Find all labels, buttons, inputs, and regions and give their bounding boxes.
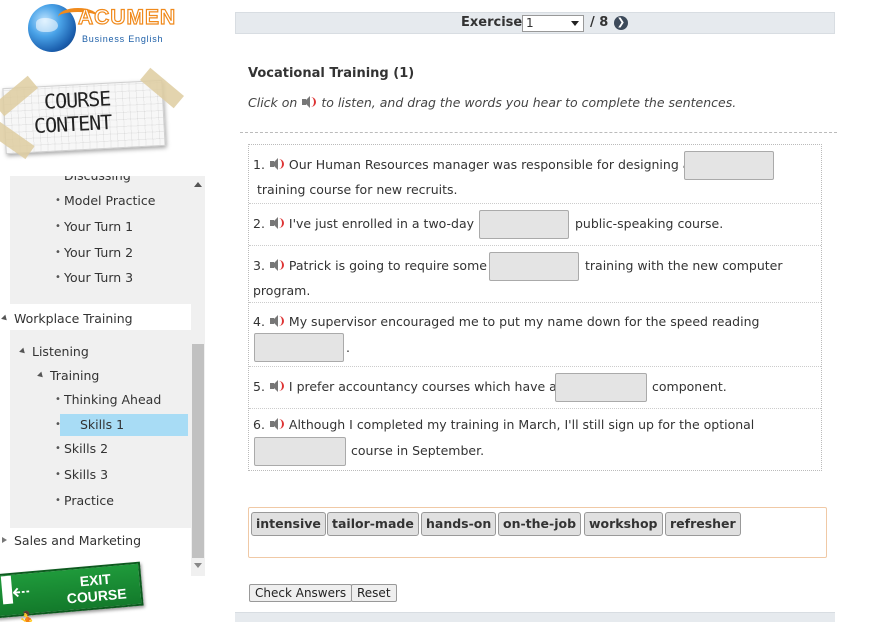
speaker-icon[interactable] bbox=[269, 217, 285, 229]
course-content-banner: COURSE CONTENT bbox=[0, 67, 190, 160]
exercise-instruction: Click on to listen, and drag the words y… bbox=[248, 95, 736, 110]
next-arrow-icon[interactable]: ❯ bbox=[614, 16, 628, 30]
tree-item-your-turn-3[interactable]: Your Turn 3 bbox=[55, 267, 133, 289]
exit-course-button[interactable]: ⇠🏃 EXIT COURSE bbox=[0, 561, 145, 622]
word-bank: intensive tailor-made hands-on on-the-jo… bbox=[248, 507, 827, 558]
bottom-toolbar bbox=[235, 612, 835, 622]
question-4: 4. My supervisor encouraged me to put my… bbox=[249, 302, 821, 366]
left-panel: ACUMEN Business English COURSE CONTENT D… bbox=[0, 0, 205, 622]
answer-gap[interactable] bbox=[684, 151, 774, 180]
speaker-icon[interactable] bbox=[269, 158, 285, 170]
speaker-icon[interactable] bbox=[269, 315, 285, 327]
word-chip-tailor-made[interactable]: tailor-made bbox=[327, 512, 419, 536]
tree-item-your-turn-2[interactable]: Your Turn 2 bbox=[55, 242, 133, 264]
check-answers-button[interactable]: Check Answers bbox=[249, 584, 353, 602]
tree-item-skills-1-selected[interactable]: Skills 1 bbox=[60, 414, 188, 436]
running-man-icon: ⇠🏃 bbox=[10, 579, 43, 622]
question-text-after: . bbox=[346, 340, 350, 355]
logo-subtitle: Business English bbox=[82, 34, 164, 44]
question-text-before: My supervisor encouraged me to put my na… bbox=[288, 314, 760, 329]
speaker-icon[interactable] bbox=[269, 418, 285, 430]
speaker-icon[interactable] bbox=[269, 259, 285, 271]
answer-gap[interactable] bbox=[479, 210, 569, 239]
tree-node-training[interactable]: Training bbox=[50, 365, 99, 387]
word-chip-hands-on[interactable]: hands-on bbox=[421, 512, 497, 536]
tree-item-practice[interactable]: Practice bbox=[55, 490, 114, 512]
exit-label: EXIT COURSE bbox=[65, 569, 127, 607]
question-text-before: Patrick is going to require some bbox=[288, 258, 487, 273]
word-chip-workshop[interactable]: workshop bbox=[584, 512, 663, 536]
exercise-select[interactable]: 1 bbox=[522, 15, 584, 32]
scroll-down-icon[interactable] bbox=[194, 563, 202, 568]
question-number: 5. bbox=[253, 379, 265, 394]
tree-item-label: Skills 1 bbox=[80, 417, 125, 432]
course-tree: Discussing Model Practice Your Turn 1 Yo… bbox=[0, 176, 191, 576]
question-text-after: course in September. bbox=[351, 443, 485, 458]
instruction-post: to listen, and drag the words you hear t… bbox=[321, 95, 737, 110]
question-number: 2. bbox=[253, 216, 265, 231]
question-text-after: component. bbox=[652, 379, 727, 394]
answer-gap[interactable] bbox=[555, 373, 647, 402]
tree-section-sales-marketing[interactable]: Sales and Marketing bbox=[1, 530, 141, 552]
chevron-down-icon bbox=[571, 21, 579, 26]
question-text-before: Although I completed my training in Marc… bbox=[288, 417, 755, 432]
exercise-title: Vocational Training (1) bbox=[248, 66, 415, 81]
question-number: 1. bbox=[253, 157, 265, 172]
scrollbar-thumb[interactable] bbox=[192, 344, 204, 558]
question-text-before: I prefer accountancy courses which have … bbox=[288, 379, 557, 394]
exercise-toolbar: Exercise 1 / 8 ❯ bbox=[235, 12, 835, 34]
logo-brand: ACUMEN bbox=[77, 5, 177, 29]
tree-item-model-practice[interactable]: Model Practice bbox=[55, 190, 155, 212]
bullet-icon: • bbox=[55, 419, 61, 430]
word-chip-on-the-job[interactable]: on-the-job bbox=[498, 512, 582, 536]
question-1: 1. Our Human Resources manager was respo… bbox=[249, 145, 821, 203]
question-3: 3. Patrick is going to require some trai… bbox=[249, 245, 821, 302]
question-text-after: public-speaking course. bbox=[575, 216, 724, 231]
question-5: 5. I prefer accountancy courses which ha… bbox=[249, 366, 821, 408]
answer-gap[interactable] bbox=[254, 333, 344, 362]
questions-panel: 1. Our Human Resources manager was respo… bbox=[248, 144, 822, 471]
question-number: 3. bbox=[253, 258, 265, 273]
scroll-up-icon[interactable] bbox=[194, 182, 202, 187]
answer-gap[interactable] bbox=[489, 252, 579, 281]
question-text-after: training course for new recruits. bbox=[257, 182, 458, 197]
divider bbox=[240, 132, 837, 133]
exercise-select-value: 1 bbox=[526, 16, 534, 30]
tree-item-your-turn-1[interactable]: Your Turn 1 bbox=[55, 216, 133, 238]
exercise-total: / 8 bbox=[590, 15, 609, 30]
tree-item-skills-3[interactable]: Skills 3 bbox=[55, 464, 108, 486]
question-6: 6. Although I completed my training in M… bbox=[249, 408, 821, 471]
instruction-pre: Click on bbox=[248, 95, 298, 110]
tree-node-listening[interactable]: Listening bbox=[32, 341, 89, 363]
word-chip-intensive[interactable]: intensive bbox=[251, 512, 326, 536]
question-text-after: program. bbox=[253, 283, 311, 298]
word-chip-refresher[interactable]: refresher bbox=[665, 512, 741, 536]
app-window: ACUMEN Business English COURSE CONTENT D… bbox=[0, 0, 871, 622]
tree-section-workplace-training[interactable]: Workplace Training bbox=[14, 308, 133, 330]
speaker-icon bbox=[301, 96, 317, 108]
tree-scrollbar[interactable] bbox=[191, 176, 205, 576]
tree-item-thinking-ahead[interactable]: Thinking Ahead bbox=[55, 389, 161, 411]
question-text-before: Our Human Resources manager was responsi… bbox=[288, 157, 691, 172]
question-2: 2. I've just enrolled in a two-day publi… bbox=[249, 203, 821, 245]
acumen-logo: ACUMEN Business English bbox=[28, 2, 178, 54]
reset-button[interactable]: Reset bbox=[351, 584, 397, 602]
tree-item-skills-2[interactable]: Skills 2 bbox=[55, 438, 108, 460]
question-text-after: training with the new computer bbox=[585, 258, 783, 273]
question-number: 4. bbox=[253, 314, 265, 329]
speaker-icon[interactable] bbox=[269, 380, 285, 392]
exercise-label: Exercise bbox=[461, 15, 523, 30]
tree-item-discussing[interactable]: Discussing bbox=[64, 176, 131, 187]
question-number: 6. bbox=[253, 417, 265, 432]
answer-gap[interactable] bbox=[254, 437, 346, 466]
question-text-before: I've just enrolled in a two-day bbox=[288, 216, 475, 231]
course-content-line2: CONTENT bbox=[33, 109, 112, 139]
